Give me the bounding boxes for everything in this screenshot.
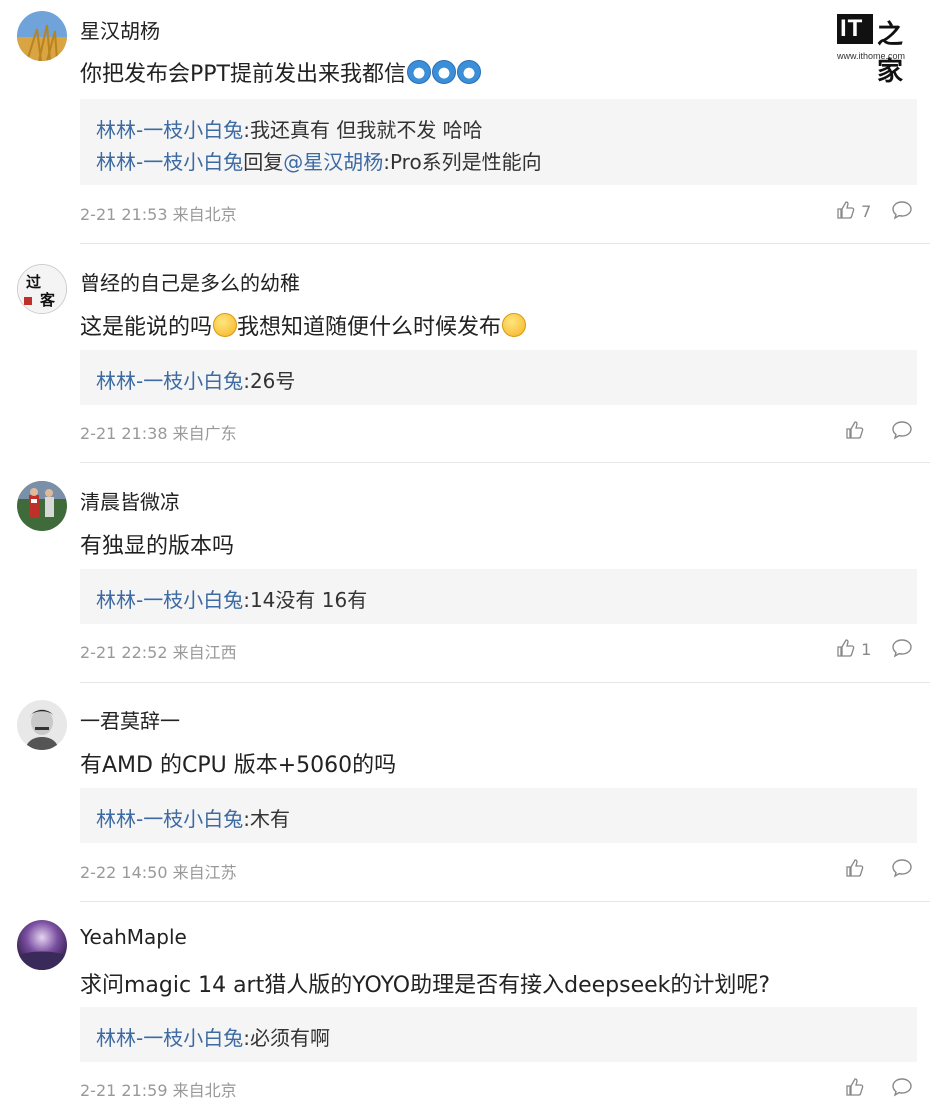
thumb-up-icon — [837, 639, 855, 657]
avatar[interactable]: 过 客 — [17, 264, 67, 314]
reply-line: 林林-一枝小白兔:我还真有 但我就不发 哈哈 — [96, 118, 483, 142]
divider — [80, 682, 930, 683]
thumb-up-icon — [846, 859, 864, 877]
doraemon-emoji-icon — [406, 60, 431, 84]
avatar[interactable] — [17, 700, 67, 750]
comment-bubble-icon — [892, 1078, 912, 1097]
like-button[interactable]: 7 — [836, 200, 871, 221]
comment-bubble-icon — [892, 859, 912, 878]
reply-line: 林林-一枝小白兔:必须有啊 — [96, 1026, 330, 1050]
reply-line: 林林-一枝小白兔回复@星汉胡杨:Pro系列是性能向 — [96, 150, 542, 174]
comment-username[interactable]: YeahMaple — [80, 925, 187, 949]
reply-box: 林林-一枝小白兔:木有 — [80, 788, 917, 843]
reply-button[interactable] — [891, 420, 913, 444]
grin-emoji-icon — [213, 313, 238, 337]
reply-author[interactable]: 林林-一枝小白兔 — [96, 1026, 243, 1050]
reply-box: 林林-一枝小白兔:26号 — [80, 350, 917, 405]
thumb-up-icon — [837, 201, 855, 219]
reply-author[interactable]: 林林-一枝小白兔 — [96, 118, 243, 142]
comment-username[interactable]: 星汉胡杨 — [80, 15, 160, 44]
comment-meta: 2-22 14:50 来自江苏 — [80, 863, 237, 882]
avatar[interactable] — [17, 11, 67, 61]
reply-button[interactable] — [891, 1077, 913, 1101]
logo-url: www.ithome.com — [837, 51, 906, 61]
comment-username[interactable]: 一君莫辞一 — [80, 705, 180, 734]
like-button[interactable] — [845, 858, 865, 879]
reply-box: 林林-一枝小白兔:必须有啊 — [80, 1007, 917, 1062]
comment-meta: 2-21 21:53 来自北京 — [80, 205, 237, 224]
divider — [80, 901, 930, 902]
like-button[interactable] — [845, 420, 865, 441]
avatar[interactable] — [17, 481, 67, 531]
reply-line: 林林-一枝小白兔:14没有 16有 — [96, 588, 368, 612]
comment-text: 有独显的版本吗 — [80, 534, 235, 559]
reply-author[interactable]: 林林-一枝小白兔 — [96, 369, 243, 393]
comment-meta: 2-21 21:59 来自北京 — [80, 1081, 237, 1100]
doraemon-emoji-icon — [456, 60, 481, 84]
comment-meta: 2-21 22:52 来自江西 — [80, 643, 237, 662]
comment-username[interactable]: 曾经的自己是多么的幼稚 — [80, 267, 300, 296]
doraemon-emoji-icon — [431, 60, 456, 84]
comment-text: 你把发布会PPT提前发出来我都信 — [80, 56, 481, 88]
reply-box: 林林-一枝小白兔:14没有 16有 — [80, 569, 917, 624]
comment-text: 有AMD 的CPU 版本+5060的吗 — [80, 753, 397, 778]
comment-text: 求问magic 14 art猎人版的YOYO助理是否有接入deepseek的计划… — [80, 973, 771, 998]
reply-line: 林林-一枝小白兔:木有 — [96, 807, 290, 831]
comment-bubble-icon — [892, 201, 912, 220]
svg-text:客: 客 — [39, 291, 56, 309]
reply-author[interactable]: 林林-一枝小白兔 — [96, 150, 243, 174]
ithome-logo: IT 之家 www.ithome.com — [837, 14, 919, 87]
reply-author[interactable]: 林林-一枝小白兔 — [96, 588, 243, 612]
comment-text: 这是能说的吗 我想知道随便什么时候发布 — [80, 309, 527, 341]
avatar[interactable] — [17, 920, 67, 970]
comment-username[interactable]: 清晨皆微凉 — [80, 486, 180, 515]
comment-bubble-icon — [892, 421, 912, 440]
reply-button[interactable] — [891, 638, 913, 662]
comment-meta: 2-21 21:38 来自广东 — [80, 424, 237, 443]
reply-button[interactable] — [891, 858, 913, 882]
reply-line: 林林-一枝小白兔:26号 — [96, 369, 296, 393]
mention-link[interactable]: @星汉胡杨 — [283, 150, 383, 174]
like-count: 7 — [861, 202, 872, 221]
comment-bubble-icon — [892, 639, 912, 658]
thumb-up-icon — [846, 1078, 864, 1096]
like-count: 1 — [861, 640, 872, 659]
reply-box: 林林-一枝小白兔:我还真有 但我就不发 哈哈 林林-一枝小白兔回复@星汉胡杨:P… — [80, 99, 917, 185]
svg-text:过: 过 — [26, 273, 41, 291]
logo-mark: IT — [837, 14, 873, 44]
like-button[interactable]: 1 — [836, 638, 871, 659]
divider — [80, 462, 930, 463]
reply-author[interactable]: 林林-一枝小白兔 — [96, 807, 243, 831]
grin-emoji-icon — [502, 313, 527, 337]
like-button[interactable] — [845, 1077, 865, 1098]
divider — [80, 243, 930, 244]
reply-button[interactable] — [891, 200, 913, 224]
thumb-up-icon — [846, 421, 864, 439]
